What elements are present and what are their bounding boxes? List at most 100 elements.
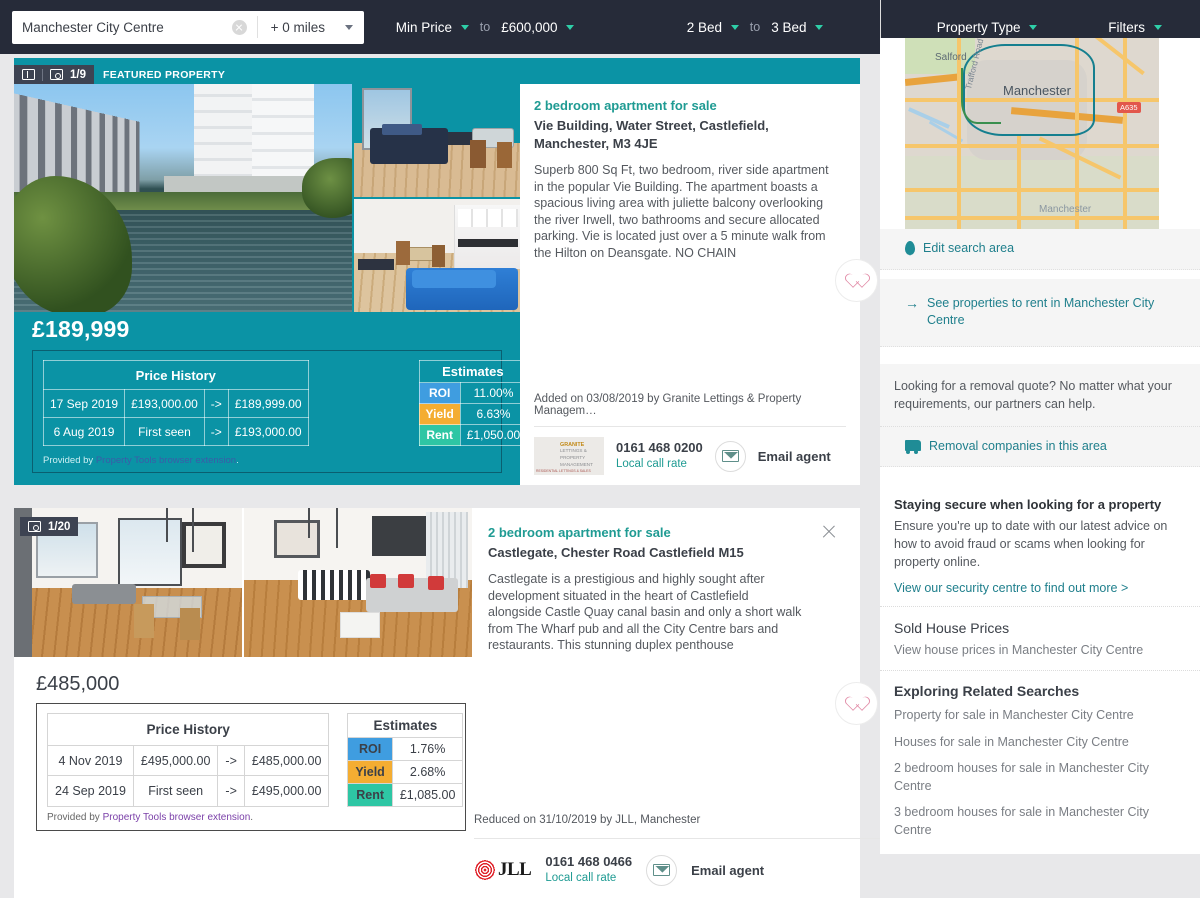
heart-icon <box>849 274 864 287</box>
min-price-dropdown[interactable]: Min Price <box>394 20 471 35</box>
photo-detail <box>458 209 518 227</box>
filters-dropdown[interactable]: Filters <box>1106 20 1164 35</box>
estimates-header: Estimates <box>418 360 528 383</box>
sold-prices-body: View house prices in Manchester City Cen… <box>894 642 1144 657</box>
extension-link[interactable]: Property Tools browser extension <box>103 812 251 823</box>
property-type-dropdown[interactable]: Property Type <box>935 20 1040 35</box>
photo-detail <box>180 608 200 640</box>
clear-search-icon[interactable] <box>231 19 247 35</box>
history-arrow: -> <box>217 744 245 777</box>
photo-count-label: 1/9 <box>70 68 86 81</box>
min-beds-dropdown[interactable]: 2 Bed <box>685 20 741 35</box>
close-icon[interactable] <box>821 524 837 540</box>
agent-contact-row: JLL 0161 468 0466 Local call rate Email … <box>474 849 764 891</box>
rent-value: £1,085.00 <box>391 783 464 807</box>
photo-detail <box>470 140 486 168</box>
listing-photo-thumb[interactable] <box>354 199 520 312</box>
search-area-map[interactable]: Salford Manchester Trafford Road Manches… <box>905 38 1159 229</box>
sidebar: Salford Manchester Trafford Road Manches… <box>880 38 1200 854</box>
history-date: 24 Sep 2019 <box>47 775 134 807</box>
listing-price: £189,999 <box>32 316 130 342</box>
email-agent-button[interactable] <box>714 440 746 472</box>
email-agent-label[interactable]: Email agent <box>758 449 831 464</box>
photo-detail <box>428 576 444 590</box>
camera-icon[interactable] <box>28 521 41 532</box>
max-beds-dropdown[interactable]: 3 Bed <box>769 20 825 35</box>
photo-detail <box>396 241 410 265</box>
radius-dropdown[interactable]: + 0 miles <box>258 11 364 44</box>
spacer <box>880 269 1200 279</box>
chevron-down-icon <box>730 24 739 30</box>
history-to: £189,999.00 <box>227 389 309 419</box>
max-price-dropdown[interactable]: £600,000 <box>499 20 576 35</box>
listing-title[interactable]: 2 bedroom apartment for sale <box>534 98 838 113</box>
save-property-button[interactable] <box>835 682 878 725</box>
map-pin-icon <box>905 241 915 255</box>
rent-label: Rent <box>418 424 461 446</box>
location-search[interactable]: + 0 miles <box>12 10 364 44</box>
listing-card[interactable]: 1/20 £485,000 Price History 4 Nov 2019 £… <box>14 508 878 898</box>
extension-link[interactable]: Property Tools browser extension <box>96 455 236 466</box>
edit-search-area-link[interactable]: Edit search area <box>880 229 1200 270</box>
photo-detail <box>372 516 428 556</box>
featured-property-badge: FEATURED PROPERTY <box>94 65 235 84</box>
rent-properties-link[interactable]: → See properties to rent in Manchester C… <box>880 278 1200 347</box>
agent-logo[interactable]: GRANITE LETTINGS & PROPERTY MANAGEMENT R… <box>534 437 604 475</box>
agent-logo[interactable]: JLL <box>474 859 532 881</box>
sold-house-prices-section[interactable]: Sold House Prices View house prices in M… <box>880 607 1200 672</box>
save-property-button[interactable] <box>835 259 878 302</box>
listing-photo-thumb[interactable] <box>354 84 520 197</box>
secure-heading: Staying secure when looking for a proper… <box>894 497 1162 513</box>
removal-quote-text: Looking for a removal quote? No matter w… <box>880 363 1200 427</box>
listing-gallery[interactable] <box>14 508 474 657</box>
sold-prices-heading: Sold House Prices <box>894 619 1010 636</box>
removal-companies-link[interactable]: Removal companies in this area <box>880 426 1200 468</box>
listing-photo-thumb[interactable] <box>244 508 472 657</box>
listing-gallery[interactable] <box>14 84 520 312</box>
chevron-down-icon <box>1153 24 1162 30</box>
search-input[interactable] <box>12 10 232 44</box>
call-rate-label: Local call rate <box>616 457 687 470</box>
chevron-down-icon <box>815 24 824 30</box>
photo-detail <box>134 604 154 638</box>
related-search-link[interactable]: Houses for sale in Manchester City Centr… <box>894 734 1178 752</box>
related-search-link[interactable]: 3 bedroom houses for sale in Manchester … <box>894 804 1178 839</box>
map-road <box>905 188 1159 192</box>
price-history-header: Price History <box>46 713 330 746</box>
credit-prefix: Provided by <box>43 455 96 466</box>
agent-phone: 0161 468 0200 <box>616 440 703 456</box>
yield-label: Yield <box>347 760 393 784</box>
table-row: Yield 2.68% <box>347 760 464 784</box>
photo-detail <box>358 259 394 270</box>
truck-icon <box>905 439 921 454</box>
camera-icon[interactable] <box>50 69 63 80</box>
related-search-link[interactable]: 2 bedroom houses for sale in Manchester … <box>894 760 1178 795</box>
listing-title[interactable]: 2 bedroom apartment for sale <box>488 525 804 540</box>
map-road <box>1017 134 1021 229</box>
listing-details-pane: 2 bedroom apartment for sale Castlegate,… <box>474 508 878 838</box>
email-agent-button[interactable] <box>646 854 678 886</box>
table-row: ROI 11.00% <box>418 382 528 404</box>
agent-phone-block[interactable]: 0161 468 0200 Local call rate <box>616 440 703 472</box>
photo-detail <box>72 584 136 604</box>
floorplan-icon[interactable] <box>22 69 35 80</box>
envelope-icon <box>721 450 739 462</box>
email-agent-label[interactable]: Email agent <box>691 863 764 878</box>
security-centre-link[interactable]: View our security centre to find out mor… <box>894 581 1178 595</box>
related-search-link[interactable]: Property for sale in Manchester City Cen… <box>894 707 1178 725</box>
listing-details-pane: 2 bedroom apartment for sale Vie Buildin… <box>520 84 878 485</box>
photo-counter-badge[interactable]: 1/20 <box>20 517 79 536</box>
property-tools-panel: Price History 4 Nov 2019 £495,000.00 -> … <box>36 703 466 831</box>
agent-phone-block[interactable]: 0161 468 0466 Local call rate <box>545 854 632 886</box>
listing-address: Vie Building, Water Street, Castlefield,… <box>534 118 769 151</box>
arrow-right-icon: → <box>905 294 919 311</box>
map-road <box>1123 38 1127 229</box>
listing-card-featured[interactable]: 1/9 FEATURED PROPERTY £189,999 Price His… <box>14 58 878 485</box>
photo-counter-badge[interactable]: 1/9 <box>14 65 94 84</box>
estimates-header: Estimates <box>347 713 464 738</box>
history-date: 17 Sep 2019 <box>42 389 126 419</box>
agent-logo-line2: LETTINGS & PROPERTY MANAGEMENT <box>560 448 593 467</box>
history-date: 4 Nov 2019 <box>47 744 134 777</box>
photo-detail <box>412 270 496 288</box>
listing-photo-main[interactable] <box>14 84 352 312</box>
